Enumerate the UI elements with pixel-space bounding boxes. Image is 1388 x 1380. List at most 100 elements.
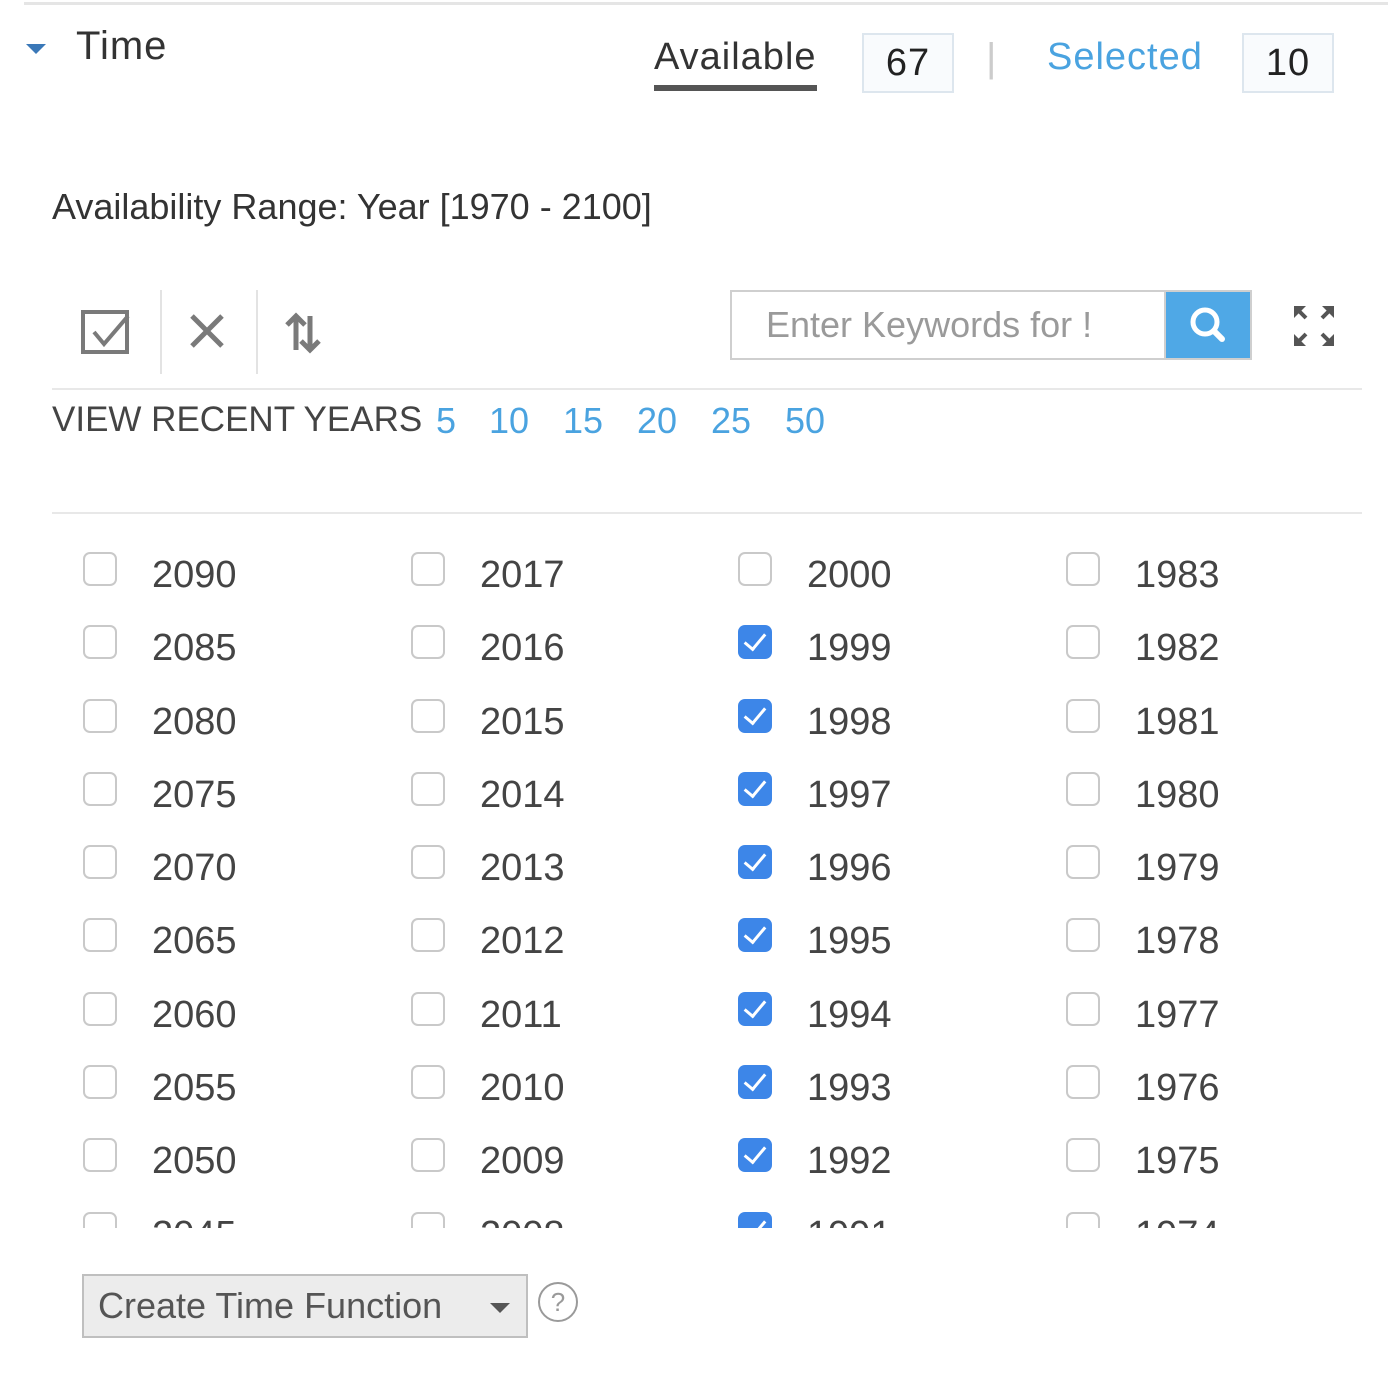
year-option-1992[interactable]: 1992 (738, 1116, 1058, 1189)
year-option-2011[interactable]: 2011 (411, 970, 731, 1043)
checkbox-unchecked[interactable] (1066, 1211, 1100, 1228)
year-option-2090[interactable]: 2090 (83, 530, 403, 603)
tab-selected[interactable]: Selected (1047, 36, 1203, 79)
year-label: 2050 (152, 1140, 237, 1183)
year-option-2000[interactable]: 2000 (738, 530, 1058, 603)
year-option-2065[interactable]: 2065 (83, 896, 403, 969)
year-option-1974[interactable]: 1974 (1066, 1190, 1386, 1228)
checkbox-unchecked[interactable] (411, 1211, 445, 1228)
year-option-1994[interactable]: 1994 (738, 970, 1058, 1043)
checkbox-unchecked[interactable] (1066, 1138, 1100, 1173)
checkbox-unchecked[interactable] (411, 845, 445, 880)
year-option-2085[interactable]: 2085 (83, 603, 403, 676)
year-option-2015[interactable]: 2015 (411, 677, 731, 750)
checkbox-unchecked[interactable] (738, 552, 772, 586)
year-option-2055[interactable]: 2055 (83, 1043, 403, 1116)
year-option-2012[interactable]: 2012 (411, 896, 731, 969)
recent-years-5-link[interactable]: 5 (436, 400, 456, 442)
checkbox-unchecked[interactable] (1066, 1065, 1100, 1100)
checkbox-checked[interactable] (738, 1138, 772, 1173)
year-option-1982[interactable]: 1982 (1066, 603, 1386, 676)
checkbox-unchecked[interactable] (83, 625, 117, 660)
year-option-1977[interactable]: 1977 (1066, 970, 1386, 1043)
checkbox-unchecked[interactable] (411, 1138, 445, 1173)
checkbox-unchecked[interactable] (411, 918, 445, 953)
year-option-2017[interactable]: 2017 (411, 530, 731, 603)
sort-button[interactable] (260, 296, 352, 370)
year-option-1981[interactable]: 1981 (1066, 677, 1386, 750)
year-option-2070[interactable]: 2070 (83, 823, 403, 896)
year-option-2045[interactable]: 2045 (83, 1190, 403, 1228)
year-option-2060[interactable]: 2060 (83, 970, 403, 1043)
tab-separator: | (986, 36, 997, 80)
checkbox-checked[interactable] (738, 991, 772, 1026)
checkbox-unchecked[interactable] (411, 771, 445, 806)
year-option-2075[interactable]: 2075 (83, 750, 403, 823)
year-option-1999[interactable]: 1999 (738, 603, 1058, 676)
checkbox-unchecked[interactable] (1066, 552, 1100, 586)
checkbox-unchecked[interactable] (411, 991, 445, 1026)
checkbox-unchecked[interactable] (83, 698, 117, 733)
year-option-2010[interactable]: 2010 (411, 1043, 731, 1116)
year-option-2016[interactable]: 2016 (411, 603, 731, 676)
checkbox-checked[interactable] (738, 918, 772, 953)
checkbox-checked[interactable] (738, 625, 772, 660)
help-icon[interactable]: ? (538, 1282, 578, 1322)
year-option-1975[interactable]: 1975 (1066, 1116, 1386, 1189)
year-option-2013[interactable]: 2013 (411, 823, 731, 896)
checkbox-unchecked[interactable] (411, 698, 445, 733)
recent-years-15-link[interactable]: 15 (563, 400, 603, 442)
year-option-2014[interactable]: 2014 (411, 750, 731, 823)
year-option-2080[interactable]: 2080 (83, 677, 403, 750)
checkbox-unchecked[interactable] (411, 625, 445, 660)
year-option-1980[interactable]: 1980 (1066, 750, 1386, 823)
checkbox-unchecked[interactable] (83, 918, 117, 953)
year-option-1991[interactable]: 1991 (738, 1190, 1058, 1228)
checkbox-checked[interactable] (738, 1211, 772, 1228)
recent-years-25-link[interactable]: 25 (711, 400, 751, 442)
checkbox-unchecked[interactable] (83, 552, 117, 586)
year-option-1976[interactable]: 1976 (1066, 1043, 1386, 1116)
checkbox-checked[interactable] (738, 771, 772, 806)
checkbox-unchecked[interactable] (83, 1211, 117, 1228)
checkbox-unchecked[interactable] (411, 1065, 445, 1100)
checkbox-unchecked[interactable] (1066, 625, 1100, 660)
year-list[interactable]: 2090 2085 2080 2075 2070 2065 2060 2055 2050 2045… (0, 530, 1388, 1228)
checkbox-unchecked[interactable] (1066, 918, 1100, 953)
collapse-caret-icon[interactable] (26, 44, 46, 54)
year-option-1996[interactable]: 1996 (738, 823, 1058, 896)
year-option-1995[interactable]: 1995 (738, 896, 1058, 969)
checkbox-unchecked[interactable] (411, 552, 445, 586)
year-option-2009[interactable]: 2009 (411, 1116, 731, 1189)
checkbox-unchecked[interactable] (1066, 698, 1100, 733)
expand-button[interactable] (1290, 302, 1338, 350)
recent-years-10-link[interactable]: 10 (489, 400, 529, 442)
checkbox-unchecked[interactable] (1066, 845, 1100, 880)
select-all-button[interactable] (66, 296, 158, 370)
year-option-1998[interactable]: 1998 (738, 677, 1058, 750)
year-option-1997[interactable]: 1997 (738, 750, 1058, 823)
checkbox-unchecked[interactable] (1066, 991, 1100, 1026)
year-option-1978[interactable]: 1978 (1066, 896, 1386, 969)
checkbox-unchecked[interactable] (83, 1138, 117, 1173)
search-input[interactable] (730, 290, 1164, 360)
year-option-1979[interactable]: 1979 (1066, 823, 1386, 896)
checkbox-checked[interactable] (738, 845, 772, 880)
year-option-2008[interactable]: 2008 (411, 1190, 731, 1228)
year-option-2050[interactable]: 2050 (83, 1116, 403, 1189)
checkbox-unchecked[interactable] (83, 991, 117, 1026)
recent-years-20-link[interactable]: 20 (637, 400, 677, 442)
search-button[interactable] (1164, 290, 1252, 360)
year-option-1983[interactable]: 1983 (1066, 530, 1386, 603)
year-option-1993[interactable]: 1993 (738, 1043, 1058, 1116)
checkbox-unchecked[interactable] (83, 771, 117, 806)
tab-available[interactable]: Available (654, 36, 817, 91)
checkbox-unchecked[interactable] (83, 845, 117, 880)
recent-years-50-link[interactable]: 50 (785, 400, 825, 442)
checkbox-checked[interactable] (738, 698, 772, 733)
checkbox-unchecked[interactable] (1066, 771, 1100, 806)
checkbox-checked[interactable] (738, 1065, 772, 1100)
clear-selection-button[interactable] (164, 296, 256, 370)
create-time-function-dropdown[interactable]: Create Time Function (82, 1274, 528, 1338)
checkbox-unchecked[interactable] (83, 1065, 117, 1100)
